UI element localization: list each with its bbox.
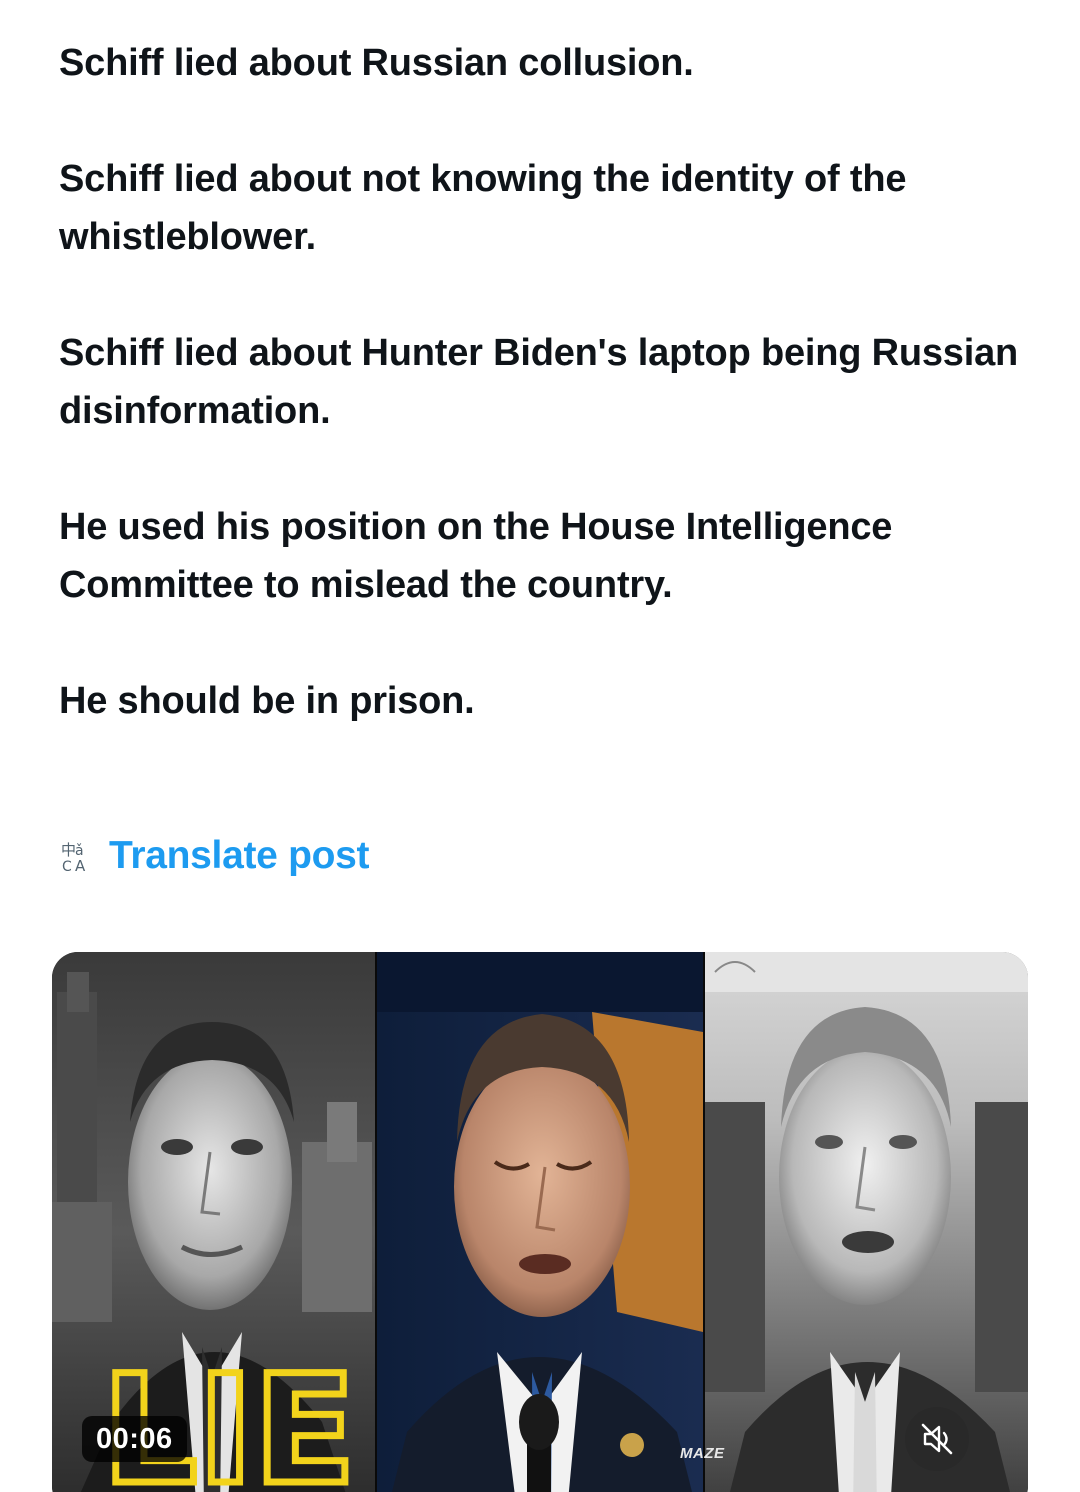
video-frame-center — [377, 952, 703, 1492]
video-frame-right — [705, 952, 1028, 1492]
svg-text:中: 中 — [61, 841, 76, 859]
post-paragraph: He used his position on the House Intell… — [59, 506, 893, 606]
svg-text:A: A — [75, 857, 86, 874]
post-paragraph: Schiff lied about not knowing the identi… — [59, 158, 907, 258]
post-paragraph: He should be in prison. — [59, 680, 475, 722]
translate-post-label: Translate post — [109, 834, 370, 877]
speaker-muted-icon — [921, 1423, 953, 1455]
post-paragraph: Schiff lied about Russian collusion. — [59, 42, 694, 84]
video-timer: 00:06 — [82, 1416, 187, 1462]
svg-text:C: C — [62, 859, 72, 874]
post-text: Schiff lied about Russian collusion. Sch… — [59, 34, 1029, 788]
translate-post-link[interactable]: 中 ǎ C A Translate post — [59, 834, 370, 878]
post-paragraph: Schiff lied about Hunter Biden's laptop … — [59, 332, 1019, 432]
video-player[interactable]: LIE MAZE 00:06 — [52, 952, 1028, 1492]
channel-watermark: MAZE — [680, 1445, 725, 1462]
translate-icon: 中 ǎ C A — [61, 841, 86, 874]
mute-button[interactable] — [905, 1407, 969, 1471]
